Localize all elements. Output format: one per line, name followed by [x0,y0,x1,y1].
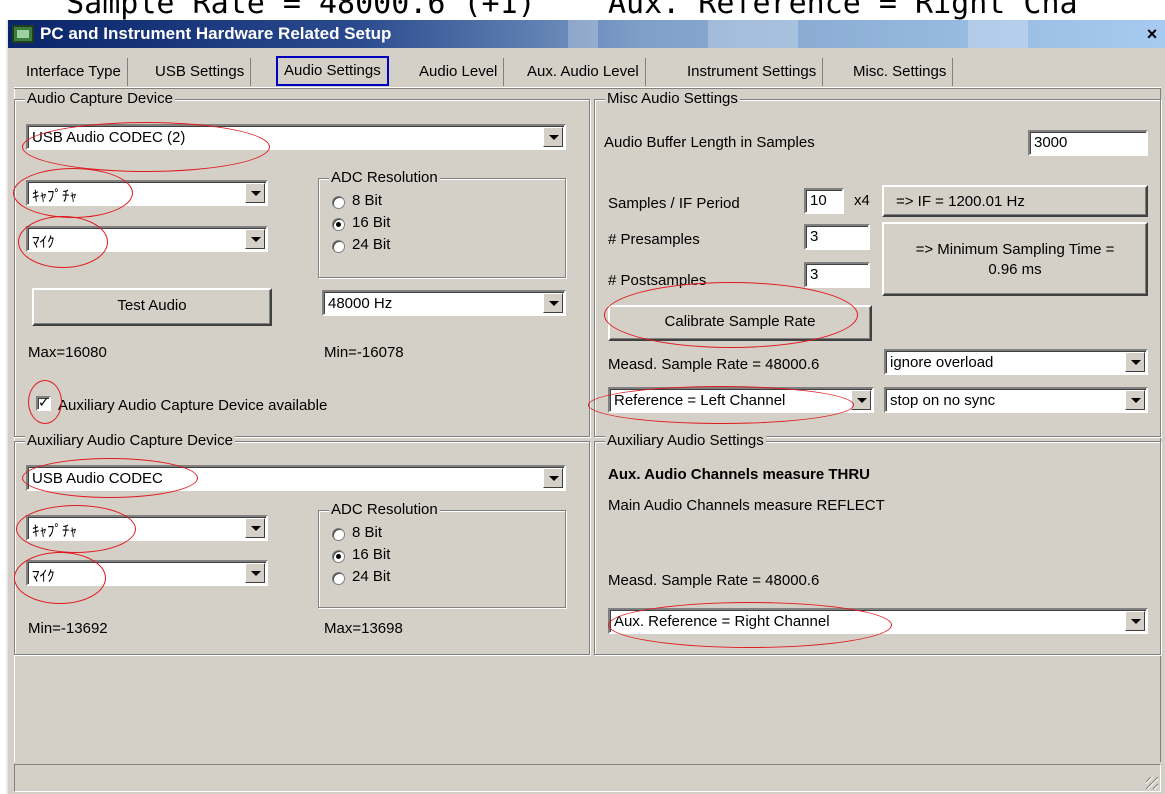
chevron-down-icon[interactable] [851,390,871,410]
tab-misc-settings[interactable]: Misc. Settings [847,58,954,86]
setup-window: PC and Instrument Hardware Related Setup… [6,20,1165,794]
if-display: => IF = 1200.01 Hz [882,185,1148,217]
adc-24bit-label: 24 Bit [352,236,391,253]
reference-value: Reference = Left Channel [614,392,786,409]
samples-if-label: Samples / IF Period [608,195,740,212]
title-bar[interactable]: PC and Instrument Hardware Related Setup… [8,20,1165,48]
aux-device-value: USB Audio CODEC [32,470,163,487]
calibrate-sample-rate-button[interactable]: Calibrate Sample Rate [608,305,872,341]
presamples-value: 3 [810,228,819,245]
status-bar [14,764,1161,792]
measured-rate-label: Measd. Sample Rate = 48000.6 [608,356,820,373]
adc-8bit-label: 8 Bit [352,192,383,209]
close-icon[interactable]: × [1143,24,1161,44]
sync-value: stop on no sync [890,392,996,409]
aux-source-value: ﾏｲｸ [32,568,55,585]
sample-rate-select[interactable]: 48000 Hz [322,290,566,316]
postsamples-input[interactable]: 3 [804,262,870,288]
title-bar-stripe [968,20,1028,48]
capture-source-select[interactable]: ﾏｲｸ [26,226,268,252]
aux-device-checkbox[interactable]: ✓ [36,394,51,411]
aux-reference-value: Aux. Reference = Right Channel [614,613,830,630]
tab-audio-settings[interactable]: Audio Settings [276,56,389,86]
aux-adc-resolution-legend: ADC Resolution [329,501,440,518]
title-bar-stripe [568,20,598,48]
min-sampling-display: => Minimum Sampling Time = 0.96 ms [882,222,1148,296]
aux-kind-select[interactable]: ｷｬﾌﾟﾁｬ [26,515,268,541]
capture-max-label: Max=16080 [28,344,107,361]
postsamples-label: # Postsamples [608,272,707,289]
presamples-label: # Presamples [608,231,700,248]
misc-audio-legend: Misc Audio Settings [605,90,740,107]
capture-min-label: Min=-16078 [324,344,404,361]
aux-settings-legend: Auxiliary Audio Settings [605,432,766,449]
presamples-input[interactable]: 3 [804,224,870,250]
capture-kind-value: ｷｬﾌﾟﾁｬ [32,188,78,205]
adc-24bit-radio[interactable] [332,240,345,253]
aux-adc-16bit-radio[interactable] [332,550,345,563]
tab-audio-level[interactable]: Audio Level [413,58,505,86]
aux-min-label: Min=-13692 [28,620,108,637]
tab-usb-settings[interactable]: USB Settings [149,58,252,86]
min-sampling-line2: 0.96 ms [988,261,1042,278]
adc-16bit-radio[interactable] [332,218,345,231]
aux-adc-8bit-radio[interactable] [332,528,345,541]
min-sampling-line1: => Minimum Sampling Time = [915,241,1115,258]
postsamples-value: 3 [810,266,819,283]
chevron-down-icon[interactable] [543,468,563,488]
chevron-down-icon[interactable] [245,229,265,249]
overload-select[interactable]: ignore overload [884,349,1148,375]
aux-max-label: Max=13698 [324,620,403,637]
capture-device-select[interactable]: USB Audio CODEC (2) [26,124,566,150]
chevron-down-icon[interactable] [1125,611,1145,631]
overload-value: ignore overload [890,354,994,371]
chevron-down-icon[interactable] [543,293,563,313]
audio-capture-legend: Audio Capture Device [25,90,175,107]
chevron-down-icon[interactable] [245,563,265,583]
sync-select[interactable]: stop on no sync [884,387,1148,413]
top-caption-text: Sample Rate = 48000.6 (+1) Aux. Referenc… [30,0,1078,20]
sample-rate-value: 48000 Hz [328,295,393,312]
aux-device-checkbox-label: Auxiliary Audio Capture Device available [58,397,328,414]
chevron-down-icon[interactable] [543,127,563,147]
capture-kind-select[interactable]: ｷｬﾌﾟﾁｬ [26,180,268,206]
buffer-length-input[interactable]: 3000 [1028,130,1148,156]
aux-capture-legend: Auxiliary Audio Capture Device [25,432,235,449]
reference-select[interactable]: Reference = Left Channel [608,387,874,413]
aux-adc-16bit-label: 16 Bit [352,546,391,563]
aux-source-select[interactable]: ﾏｲｸ [26,560,268,586]
aux-measured-rate-label: Measd. Sample Rate = 48000.6 [608,572,820,589]
checkmark-icon: ✓ [38,394,50,410]
capture-source-value: ﾏｲｸ [32,234,55,251]
chevron-down-icon[interactable] [245,518,265,538]
adc-resolution-legend: ADC Resolution [329,169,440,186]
tab-instrument-settings[interactable]: Instrument Settings [681,58,824,86]
tab-interface-type[interactable]: Interface Type [20,58,128,86]
aux-device-select[interactable]: USB Audio CODEC [26,465,566,491]
adc-8bit-radio[interactable] [332,196,345,209]
aux-thru-text: Aux. Audio Channels measure THRU [608,466,870,483]
chevron-down-icon[interactable] [245,183,265,203]
tab-aux-audio-level[interactable]: Aux. Audio Level [521,58,646,86]
app-icon [12,25,34,43]
title-bar-stripe [708,20,798,48]
aux-adc-24bit-label: 24 Bit [352,568,391,585]
buffer-length-label: Audio Buffer Length in Samples [604,134,815,151]
samples-if-value: 10 [810,192,827,209]
buffer-length-value: 3000 [1034,134,1068,151]
samples-if-input[interactable]: 10 [804,188,844,214]
window-title: PC and Instrument Hardware Related Setup [40,24,392,43]
resize-grip-icon[interactable] [1146,777,1158,789]
capture-device-value: USB Audio CODEC (2) [32,129,186,146]
aux-kind-value: ｷｬﾌﾟﾁｬ [32,523,78,540]
aux-adc-24bit-radio[interactable] [332,572,345,585]
aux-adc-8bit-label: 8 Bit [352,524,383,541]
x4-label: x4 [854,192,870,209]
test-audio-button[interactable]: Test Audio [32,288,272,326]
aux-reference-select[interactable]: Aux. Reference = Right Channel [608,608,1148,634]
chevron-down-icon[interactable] [1125,390,1145,410]
main-reflect-text: Main Audio Channels measure REFLECT [608,497,885,514]
adc-16bit-label: 16 Bit [352,214,391,231]
chevron-down-icon[interactable] [1125,352,1145,372]
